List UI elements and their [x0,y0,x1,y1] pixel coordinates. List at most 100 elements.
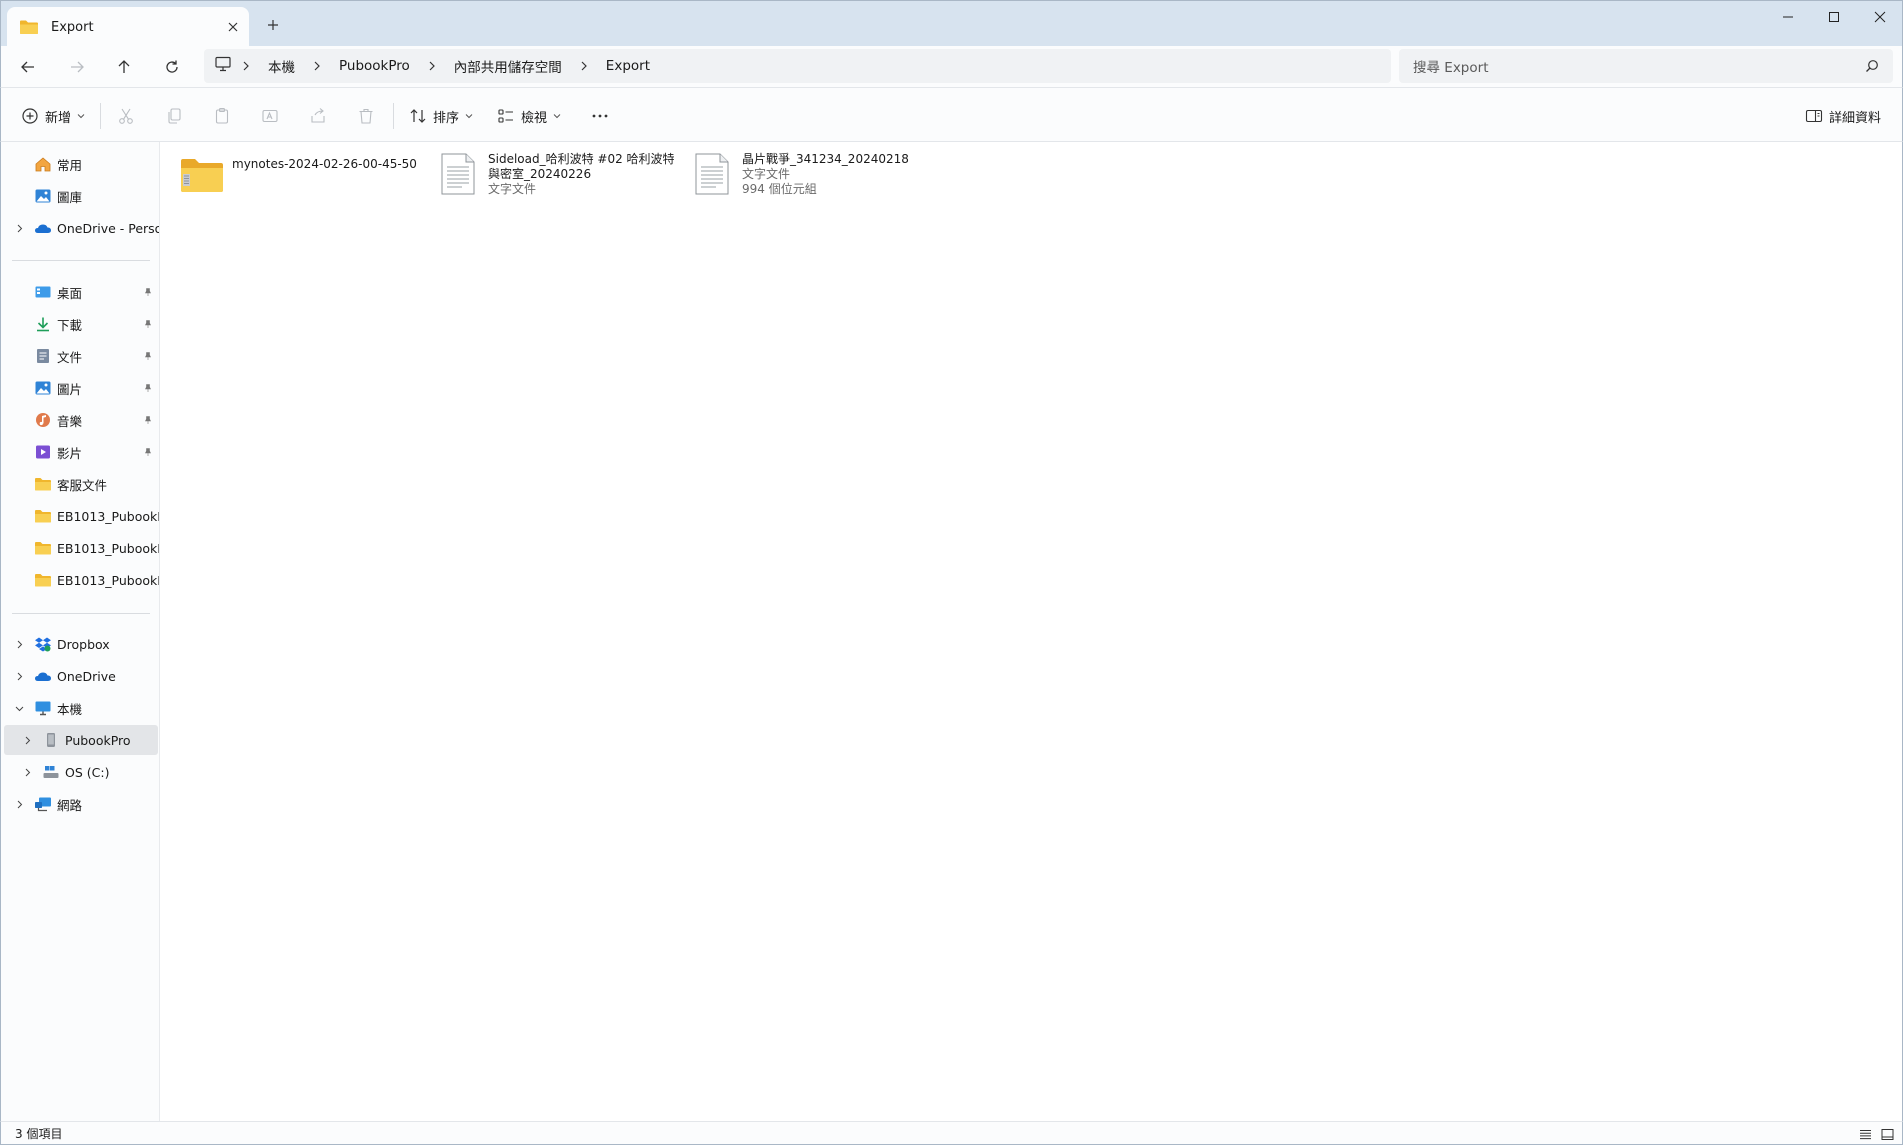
toolbar-divider [100,103,101,129]
chevron-right-icon[interactable] [13,638,25,650]
new-tab-button[interactable] [259,11,287,39]
videos-icon [34,444,52,460]
file-name-continued: 與密室_20240226 [488,167,592,181]
sidebar-item-pubookpro[interactable]: PubookPro [4,725,158,755]
breadcrumb-item-export[interactable]: Export [598,58,658,74]
pin-icon[interactable] [143,351,153,361]
chevron-right-icon[interactable] [570,61,598,71]
sidebar-item-videos[interactable]: 影片 [1,437,159,467]
sort-label: 排序 [433,110,460,126]
pc-icon[interactable] [214,56,232,76]
file-name: 晶片戰爭_341234_20240218 [742,152,909,166]
sidebar-item-folder[interactable]: 客服文件 [1,469,159,499]
back-button[interactable] [12,51,44,83]
chevron-right-icon[interactable] [13,798,25,810]
breadcrumb[interactable]: 本機 PubookPro 內部共用儲存空間 Export [204,49,1391,83]
sidebar-item-onedrive-personal[interactable]: OneDrive - Personal [1,213,159,243]
view-label: 檢視 [521,110,548,126]
network-icon [34,796,52,812]
pin-icon[interactable] [143,319,153,329]
details-view-toggle[interactable] [1857,1126,1873,1142]
sidebar-item-os-c[interactable]: OS (C:) [1,757,159,787]
sidebar-item-onedrive[interactable]: OneDrive [1,661,159,691]
tiles-view-toggle[interactable] [1879,1126,1895,1142]
sidebar-item-label: OneDrive - Personal [57,220,159,236]
chevron-right-icon[interactable] [21,734,33,746]
close-window-button[interactable] [1857,1,1903,33]
search-input[interactable]: 搜尋 Export [1399,49,1893,83]
sidebar-item-folder[interactable]: EB1013_PubookPro [1,565,159,595]
refresh-button[interactable] [156,51,188,83]
maximize-button[interactable] [1811,1,1857,33]
file-item-text-document[interactable]: Sideload_哈利波特 #02 哈利波特 與密室_20240226 文字文件 [436,152,675,204]
file-name: Sideload_哈利波特 #02 哈利波特 [488,152,675,166]
folder-icon [34,508,52,524]
sidebar-item-gallery[interactable]: 圖庫 [1,181,159,211]
file-item-text-document[interactable]: 晶片戰爭_341234_20240218 文字文件 994 個位元組 [690,152,909,204]
sidebar-item-documents[interactable]: 文件 [1,341,159,371]
pin-icon[interactable] [143,287,153,297]
search-placeholder[interactable]: 搜尋 Export [1413,56,1865,76]
share-button[interactable] [309,101,327,131]
pin-icon[interactable] [143,383,153,393]
item-count: 3 個項目 [15,1126,63,1141]
sidebar-item-folder[interactable]: EB1013_PubookPro [1,501,159,531]
sort-button[interactable]: 排序 [409,101,473,131]
breadcrumb-item-this-pc[interactable]: 本機 [260,56,303,76]
minimize-button[interactable] [1765,1,1811,33]
rename-button[interactable] [261,101,279,131]
view-button[interactable]: 檢視 [497,101,561,131]
details-pane-button[interactable]: 詳細資料 [1805,101,1881,131]
copy-button[interactable] [165,101,183,131]
sidebar-item-desktop[interactable]: 桌面 [1,277,159,307]
sidebar-divider [12,260,150,261]
chevron-down-icon [77,109,85,124]
sidebar-item-folder[interactable]: EB1013_PubookPro [1,533,159,563]
paste-button[interactable] [213,101,231,131]
sidebar-item-home[interactable]: 常用 [1,149,159,179]
sidebar-item-downloads[interactable]: 下載 [1,309,159,339]
minimize-icon [1783,16,1793,18]
more-options-button[interactable] [591,101,609,131]
sidebar-item-network[interactable]: 網路 [1,789,159,819]
chevron-right-icon[interactable] [303,61,331,71]
chevron-right-icon[interactable] [21,766,33,778]
breadcrumb-item-internal-storage[interactable]: 內部共用儲存空間 [446,56,570,76]
tab-close-button[interactable] [217,11,249,43]
sort-icon [410,109,426,123]
chevron-down-icon[interactable] [13,702,25,714]
tab-title: Export [51,19,94,35]
pin-icon[interactable] [143,447,153,457]
up-button[interactable] [108,51,140,83]
pin-icon[interactable] [143,415,153,425]
device-icon [42,732,60,748]
sidebar-item-label: EB1013_PubookPro [57,508,159,524]
file-name: mynotes-2024-02-26-00-45-50 [232,157,417,171]
tiles-view-icon [1881,1128,1893,1140]
new-button[interactable]: 新增 [21,101,85,131]
file-item-zip-folder[interactable]: mynotes-2024-02-26-00-45-50 [180,152,417,204]
sidebar-item-label: PubookPro [65,732,131,748]
delete-button[interactable] [357,101,375,131]
sidebar-item-label: EB1013_PubookPro [57,540,159,556]
onedrive-icon [34,668,52,684]
command-bar: 新增 排序 檢視 詳細資料 [0,87,1903,142]
cut-button[interactable] [117,101,135,131]
sidebar-item-music[interactable]: 音樂 [1,405,159,435]
forward-button[interactable] [61,51,93,83]
breadcrumb-item-pubookpro[interactable]: PubookPro [331,58,418,74]
sidebar-item-this-pc[interactable]: 本機 [1,693,159,723]
chevron-right-icon[interactable] [13,222,25,234]
clipboard-icon [215,107,229,124]
chevron-right-icon[interactable] [232,61,260,71]
trash-icon [359,108,373,124]
chevron-right-icon[interactable] [13,670,25,682]
sidebar-item-pictures[interactable]: 圖片 [1,373,159,403]
chevron-right-icon[interactable] [418,61,446,71]
sidebar-item-label: 桌面 [57,285,83,301]
home-icon [34,156,52,172]
navigation-pane: 常用 圖庫 OneDrive - Personal 桌面 下載 文件 [0,142,160,1121]
file-list[interactable]: mynotes-2024-02-26-00-45-50 Sideload_哈利波… [160,142,1903,1121]
tab-export[interactable]: Export [7,7,249,47]
sidebar-item-dropbox[interactable]: Dropbox [1,629,159,659]
